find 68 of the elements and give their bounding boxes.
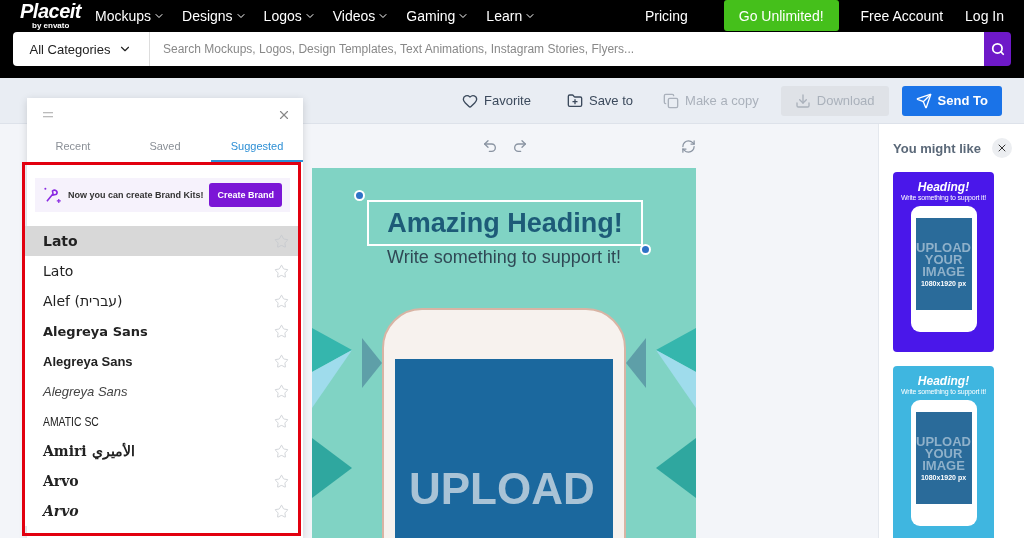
create-brand-button[interactable]: Create Brand	[209, 183, 282, 207]
heading-text[interactable]: Amazing Heading!	[367, 200, 643, 246]
free-account-link[interactable]: Free Account	[860, 7, 944, 24]
logo-wordmark: Placeit	[20, 1, 81, 21]
font-name: Arvo	[43, 503, 79, 519]
star-icon[interactable]	[274, 383, 289, 399]
refresh-icon[interactable]	[681, 138, 696, 154]
star-icon[interactable]	[274, 293, 289, 309]
favorite-button[interactable]: Favorite	[462, 85, 531, 116]
star-icon[interactable]	[274, 443, 289, 459]
close-button[interactable]	[992, 138, 1012, 158]
star-icon[interactable]	[274, 323, 289, 339]
logo-byline: by envato	[31, 21, 71, 30]
font-name: Amiri الأميري	[43, 443, 135, 459]
pricing-link[interactable]: Pricing	[644, 7, 688, 24]
font-name: AMATIC SC	[43, 413, 99, 429]
font-list-item[interactable]: Lato	[25, 226, 298, 256]
banner-text: Now you can create Brand Kits!	[67, 190, 204, 200]
search-field[interactable]: Search Mockups, Logos, Design Templates, Text Animations, Instagram Stories, Flyers...	[150, 32, 984, 66]
send-icon	[915, 92, 932, 109]
star-icon[interactable]	[274, 353, 289, 369]
font-name: Alegreya Sans	[43, 353, 133, 369]
nav-menu-link[interactable]: Logos	[263, 7, 316, 24]
redo-icon[interactable]	[512, 138, 528, 154]
save-button[interactable]: Save to	[566, 85, 634, 116]
close-icon	[996, 142, 1008, 154]
copy-icon	[663, 92, 680, 109]
font-name: Lato	[43, 233, 78, 249]
category-dropdown[interactable]: All Categories	[13, 32, 150, 66]
thumbnail-screen-text: YOUR	[924, 447, 963, 460]
nav-menu-link[interactable]: Videos	[332, 7, 390, 24]
nav-menu-link[interactable]: Designs	[182, 7, 247, 24]
panel-tab[interactable]: Suggested	[211, 132, 303, 162]
search-button[interactable]	[984, 32, 1011, 66]
font-name: Arvo	[43, 473, 79, 489]
star-icon[interactable]	[274, 503, 289, 519]
close-icon[interactable]	[277, 108, 291, 122]
star-icon[interactable]	[274, 263, 289, 279]
undo-icon[interactable]	[482, 138, 498, 154]
save-icon	[566, 92, 583, 109]
upload-placeholder-text: UPLOAD	[409, 467, 596, 511]
font-name: Lato	[43, 263, 74, 279]
thumbnail-heading: Heading!	[917, 180, 970, 194]
star-icon[interactable]	[274, 473, 289, 489]
drag-handle-icon[interactable]	[43, 112, 53, 118]
thumbnail-heading: Heading!	[917, 374, 970, 388]
star-icon[interactable]	[274, 413, 289, 429]
font-name: Alegreya Sans	[43, 383, 128, 399]
nav-menu-link[interactable]: Mockups	[95, 7, 165, 24]
panel-title: You might like	[893, 140, 981, 156]
nav-menu-link[interactable]: Learn	[486, 7, 537, 24]
nav-menu-link[interactable]: Gaming	[406, 7, 470, 24]
thumbnail-screen-text: UPLOAD	[916, 241, 971, 254]
subheading-text[interactable]: Write something to support it!	[312, 247, 696, 268]
resize-handle[interactable]	[640, 244, 651, 255]
favorite-icon	[462, 92, 478, 109]
search-icon	[990, 42, 1005, 56]
resize-handle[interactable]	[354, 190, 365, 201]
font-name: Alef (עברית)	[43, 293, 123, 309]
send-button[interactable]: Send To	[901, 85, 1002, 116]
thumbnail-screen-text: YOUR	[924, 253, 963, 266]
thumbnail-screen-text: UPLOAD	[916, 435, 971, 448]
font-name: Alegreya Sans	[43, 323, 148, 339]
thumbnail-screen-text: IMAGE	[922, 265, 965, 278]
logo[interactable]: Placeit by envato	[20, 1, 81, 30]
thumbnail-screen-text: IMAGE	[922, 459, 965, 472]
download-icon	[794, 92, 811, 109]
log-in-link[interactable]: Log In	[965, 7, 1004, 24]
